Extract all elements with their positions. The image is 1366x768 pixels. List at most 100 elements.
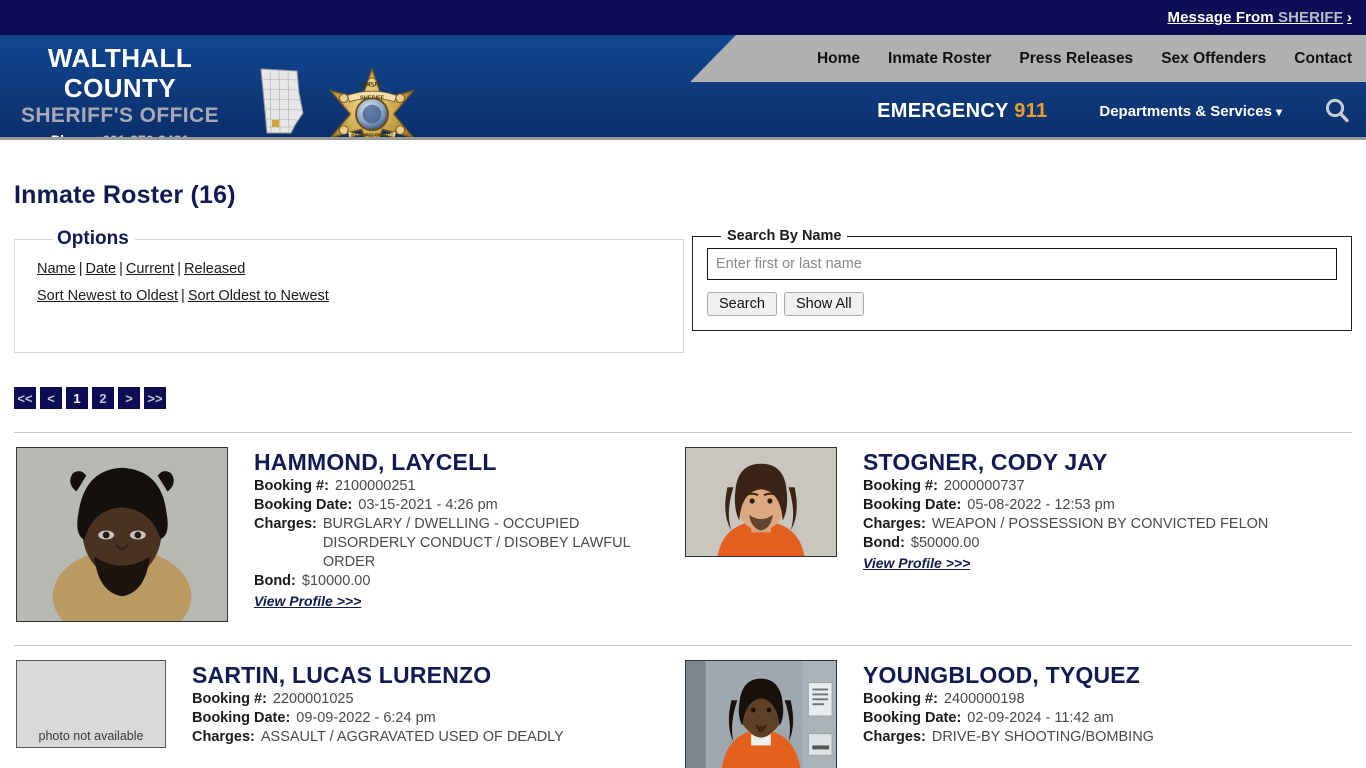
options-row-sorting: Sort Newest to Oldest | Sort Oldest to New… [37, 283, 683, 310]
option-link-released[interactable]: Released [184, 261, 245, 277]
pagination-first[interactable]: << [14, 387, 36, 409]
options-legend: Options [57, 228, 129, 249]
inmate-name: YOUNGBLOOD, TYQUEZ [863, 662, 1141, 688]
emergency-number: 911 [1014, 99, 1048, 122]
nav-item-home[interactable]: Home [817, 50, 860, 68]
svg-text:SHERIFF: SHERIFF [360, 96, 385, 102]
booking-number-label: Booking #: [863, 478, 938, 494]
charge-item: WEAPON / POSSESSION BY CONVICTED FELON [931, 516, 1269, 532]
top-announcement-bar: Message From SHERIFF › [0, 0, 1366, 35]
option-link-sort-oldest-to-newest[interactable]: Sort Oldest to Newest [188, 288, 329, 304]
departments-services-dropdown[interactable]: Departments & Services ▾ [1099, 103, 1282, 120]
chevron-down-icon: ▾ [1275, 104, 1282, 119]
options-row-filters: Name | Date | Current | Released [37, 256, 683, 283]
message-from-sheriff-link[interactable]: Message From SHERIFF › [1168, 0, 1353, 35]
emergency-label: EMERGENCY [877, 99, 1009, 122]
option-link-current[interactable]: Current [126, 261, 174, 277]
nav-item-contact[interactable]: Contact [1294, 50, 1352, 68]
search-button[interactable]: Search [707, 292, 777, 316]
search-icon[interactable] [1322, 96, 1352, 126]
bond-label: Bond: [863, 535, 905, 551]
charge-item: ASSAULT / AGGRAVATED USED OF DEADLY [260, 729, 564, 745]
brand-block[interactable]: WALTHALL COUNTY SHERIFF'S OFFICE Phone: … [0, 43, 240, 140]
charge-item: DRIVE-BY SHOOTING/BOMBING [931, 729, 1154, 745]
pagination-last[interactable]: >> [144, 387, 166, 409]
pagination-page-2[interactable]: 2 [92, 387, 114, 409]
section-divider [14, 432, 1352, 433]
inmate-mugshot[interactable] [685, 447, 837, 557]
inmate-mugshot[interactable] [685, 660, 837, 768]
options-panel: Options Name | Date | Current | Released Sort … [14, 228, 684, 353]
message-from-label: Message From [1167, 9, 1279, 26]
booking-number-value: 2100000251 [334, 478, 416, 494]
inmate-name: HAMMOND, LAYCELL [254, 449, 497, 475]
inmate-details: HAMMOND, LAYCELL Booking #: 2100000251 Bo… [254, 447, 631, 622]
search-by-name-panel: Search By Name Search Show All [692, 228, 1352, 331]
mississippi-map-icon [260, 68, 304, 134]
nav-item-sex-offenders[interactable]: Sex Offenders [1161, 50, 1266, 68]
page-title: Inmate Roster (16) [14, 181, 236, 209]
inmate-row: HAMMOND, LAYCELL Booking #: 2100000251 Bo… [14, 447, 1352, 622]
svg-text:DEPUTY: DEPUTY [361, 82, 384, 88]
sheriff-badge-icon: DEPUTY SHERIFF WALTHALL COUNTY [328, 67, 416, 138]
nav-item-press-releases[interactable]: Press Releases [1019, 50, 1133, 68]
state-map-block: Mississippi [248, 67, 312, 137]
booking-date-label: Booking Date: [863, 710, 962, 726]
booking-number-value: 2200001025 [272, 691, 354, 707]
options-separator: | [78, 261, 83, 277]
option-link-sort-newest-to-oldest[interactable]: Sort Newest to Oldest [37, 288, 178, 304]
charge-item: BURGLARY / DWELLING - OCCUPIED [322, 516, 580, 532]
inmate-card: HAMMOND, LAYCELL Booking #: 2100000251 Bo… [14, 447, 683, 622]
charges-label: Charges: [863, 729, 926, 745]
option-link-date[interactable]: Date [85, 261, 116, 277]
booking-number-label: Booking #: [254, 478, 329, 494]
photo-not-available-label: photo not available [38, 729, 144, 743]
show-all-button[interactable]: Show All [783, 292, 864, 316]
inmate-mugshot[interactable] [16, 447, 228, 622]
main-content: Inmate Roster (16) Options Name | Date | Cur… [0, 181, 1366, 768]
nav-item-inmate-roster[interactable]: Inmate Roster [888, 50, 991, 68]
inmate-details: STOGNER, CODY JAY Booking #: 2000000737 B… [863, 447, 1268, 622]
inmate-photo-placeholder: photo not available [16, 660, 166, 748]
booking-date-value: 09-09-2022 - 6:24 pm [296, 710, 436, 726]
booking-number-value: 2400000198 [943, 691, 1025, 707]
option-link-name[interactable]: Name [37, 261, 76, 277]
pagination-page-1[interactable]: 1 [66, 387, 88, 409]
charge-item: ORDER [322, 554, 376, 570]
booking-number-label: Booking #: [863, 691, 938, 707]
bond-value: $10000.00 [301, 573, 371, 589]
view-profile-link[interactable]: View Profile >>> [254, 593, 361, 609]
chevron-right-icon: › [1346, 9, 1352, 26]
inmate-name: SARTIN, LUCAS LURENZO [192, 662, 492, 688]
search-input[interactable] [707, 248, 1337, 280]
header-utility-bar: EMERGENCY 911 Departments & Services ▾ [690, 82, 1366, 137]
pagination: << < 1 2 > >> [14, 387, 1352, 409]
charge-item: DISORDERLY CONDUCT / DISOBEY LAWFUL [322, 535, 631, 551]
booking-date-value: 03-15-2021 - 4:26 pm [358, 497, 498, 513]
site-header: WALTHALL COUNTY SHERIFF'S OFFICE Phone: … [0, 35, 1366, 140]
booking-date-value: 02-09-2024 - 11:42 am [967, 710, 1114, 726]
sheriff-label: SHERIFF [1278, 9, 1343, 26]
view-profile-link[interactable]: View Profile >>> [863, 555, 970, 571]
phone-label: Phone: [50, 132, 99, 140]
booking-date-value: 05-08-2022 - 12:53 pm [967, 497, 1115, 513]
phone-number: 601-876-3481 [102, 132, 190, 140]
svg-text:WALTHALL COUNTY: WALTHALL COUNTY [351, 133, 394, 138]
inmate-card: STOGNER, CODY JAY Booking #: 2000000737 B… [683, 447, 1352, 622]
pagination-next[interactable]: > [118, 387, 140, 409]
booking-number-value: 2000000737 [943, 478, 1025, 494]
controls-row: Options Name | Date | Current | Released Sort … [14, 228, 1352, 353]
inmate-details: SARTIN, LUCAS LURENZO Booking #: 22000010… [192, 660, 564, 768]
agency-name-line2: SHERIFF'S OFFICE [20, 104, 220, 127]
charges-label: Charges: [863, 516, 926, 532]
agency-name-line1: WALTHALL COUNTY [47, 43, 193, 103]
charges-label: Charges: [254, 516, 317, 532]
options-separator: | [177, 261, 182, 277]
booking-date-label: Booking Date: [254, 497, 353, 513]
booking-date-label: Booking Date: [192, 710, 291, 726]
inmate-card: photo not available SARTIN, LUCAS LURENZ… [14, 660, 683, 768]
inmate-name: STOGNER, CODY JAY [863, 449, 1108, 475]
booking-number-label: Booking #: [192, 691, 267, 707]
bond-value: $50000.00 [910, 535, 980, 551]
pagination-prev[interactable]: < [40, 387, 62, 409]
